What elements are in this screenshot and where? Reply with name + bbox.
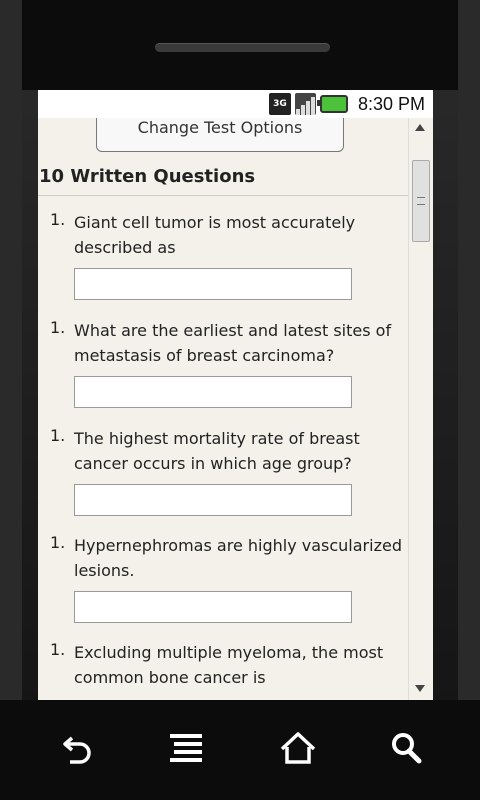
scroll-down-icon[interactable] [415, 685, 425, 692]
status-icons: 3G 8:30 PM [268, 93, 425, 115]
divider [38, 195, 408, 196]
question-number: 1. [50, 426, 66, 445]
question-text: Hypernephromas are highly vascularized l… [74, 536, 402, 580]
answer-input[interactable] [74, 484, 352, 516]
battery-icon [316, 95, 348, 113]
home-button[interactable] [278, 728, 318, 768]
question-text: The highest mortality rate of breast can… [74, 429, 360, 473]
question-text: Excluding multiple myeloma, the most com… [74, 643, 384, 687]
scroll-up-icon[interactable] [415, 124, 425, 131]
question-number: 1. [50, 533, 66, 552]
answer-input[interactable] [74, 376, 352, 408]
phone-right-edge [458, 0, 480, 800]
screen: 3G 8:30 PM Change Test Options 10 Writte… [38, 90, 433, 700]
clock: 8:30 PM [357, 93, 425, 114]
home-icon [280, 732, 316, 764]
question-number: 1. [50, 318, 66, 337]
phone-left-edge [0, 0, 22, 800]
question-text: What are the earliest and latest sites o… [74, 321, 392, 365]
phone-frame: 3G 8:30 PM Change Test Options 10 Writte… [0, 0, 480, 800]
status-bar: 3G 8:30 PM [38, 90, 433, 118]
search-icon [392, 733, 422, 764]
question-number: 1. [50, 210, 66, 229]
back-icon [63, 736, 91, 764]
menu-button[interactable] [166, 728, 206, 768]
answer-input[interactable] [74, 591, 352, 623]
change-test-options-button[interactable]: Change Test Options [96, 118, 344, 152]
speaker-grille [155, 43, 330, 52]
menu-icon [170, 734, 202, 762]
question-number: 1. [50, 640, 66, 659]
section-title: 10 Written Questions [39, 166, 256, 187]
answer-input[interactable] [74, 268, 352, 300]
network-3g-icon: 3G [268, 93, 291, 115]
scroll-thumb[interactable] [412, 160, 430, 242]
question-text: Giant cell tumor is most accurately desc… [74, 213, 356, 257]
search-button[interactable] [386, 728, 426, 768]
signal-strength-icon [294, 93, 316, 115]
scrollbar[interactable] [408, 118, 433, 700]
back-button[interactable] [58, 728, 98, 768]
test-content: Change Test Options 10 Written Questions… [38, 118, 408, 700]
navigation-bar [0, 700, 480, 800]
